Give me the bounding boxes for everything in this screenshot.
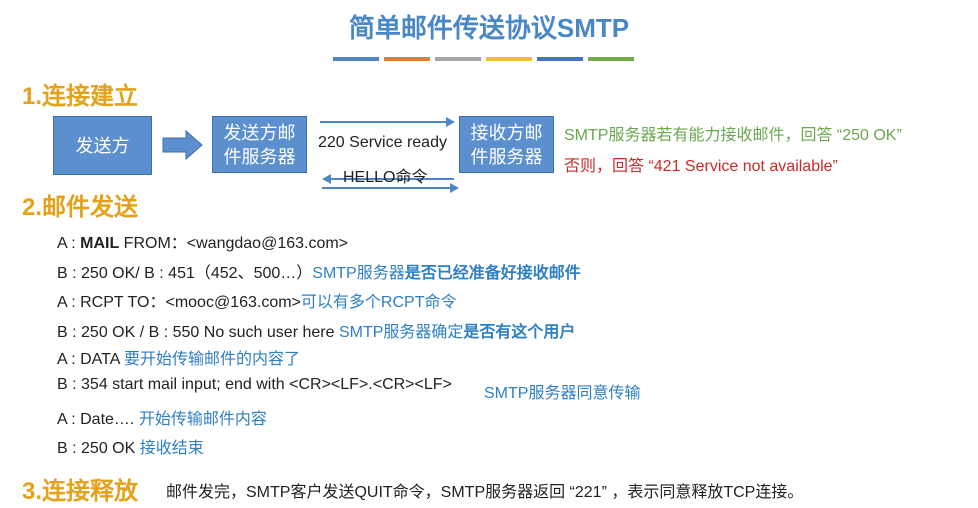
line-prefix: A : [57, 235, 81, 252]
line-command: 354 start mail input; end with <CR><LF>.… [81, 376, 452, 393]
line-command: 250 OK/ B : 451（452、500…） [81, 265, 313, 282]
line-prefix: B : [57, 324, 82, 341]
arrow-right-icon [446, 117, 455, 127]
line-note: 可以有多个RCPT命令 [300, 294, 457, 311]
arrow-left-icon [322, 174, 331, 184]
line-command: DATA [80, 351, 124, 368]
arrow-line-top [320, 121, 448, 123]
title-bar-6 [588, 57, 634, 61]
line-prefix: A : [57, 351, 81, 368]
send-line: B : 250 OK 接收结束 [57, 434, 204, 458]
line-prefix: B : [57, 440, 82, 457]
page-title: 简单邮件传送协议SMTP [348, 13, 630, 43]
title-bar-3 [435, 57, 481, 61]
title-bar-1 [333, 57, 379, 61]
line-command: Date…. [80, 411, 139, 428]
line-prefix: B : [57, 265, 82, 282]
send-line: B : 250 OK / B : 550 No such user here S… [57, 318, 575, 342]
block-arrow-icon [162, 130, 203, 160]
section-heading-connect: 1.连接建立 [22, 83, 139, 110]
line-command: 250 OK [81, 440, 140, 457]
line-command: RCPT TO：<mooc@163.com> [80, 294, 301, 311]
receiver-server-box: 接收方邮件服务器 [459, 116, 554, 173]
sender-label: 发送方 [75, 135, 130, 156]
line-note: 接收结束 [139, 440, 204, 457]
line-note: SMTP服务器 [312, 265, 405, 282]
line-note-bold: 是否有这个用户 [463, 324, 576, 341]
line-note-bold: 是否已经准备好接收邮件 [404, 265, 581, 282]
line-note: SMTP服务器同意传输 [484, 385, 641, 402]
section-heading-send: 2.邮件发送 [22, 194, 139, 221]
line-prefix: A : [57, 294, 81, 311]
sender-box: 发送方 [53, 116, 152, 175]
title-bar-4 [486, 57, 532, 61]
arrow-right-icon-2 [450, 183, 459, 193]
line-keyword: MAIL [80, 235, 120, 252]
title-bar-2 [384, 57, 430, 61]
sender-server-label: 发送方邮件服务器 [223, 122, 296, 167]
message-service-ready: 220 Service ready [318, 134, 447, 151]
message-hello: HELLO命令 [343, 169, 428, 186]
line-note: SMTP服务器确定 [338, 324, 464, 341]
section-heading-release: 3.连接释放 [22, 478, 139, 505]
response-250-ok: SMTP服务器若有能力接收邮件，回答 “250 OK” [564, 127, 902, 144]
line-command: FROM：<wangdao@163.com> [119, 235, 349, 252]
send-line: A : MAIL FROM：<wangdao@163.com> [57, 229, 348, 253]
line-prefix: A : [57, 411, 81, 428]
send-line: B : 250 OK/ B : 451（452、500…）SMTP服务器是否已经… [57, 259, 581, 283]
send-line: A : Date…. 开始传输邮件内容 [57, 405, 267, 429]
send-line: A : DATA 要开始传输邮件的内容了 [57, 345, 300, 369]
send-line: B : 354 start mail input; end with <CR><… [57, 376, 452, 394]
line-prefix: B : [57, 376, 82, 393]
title-bar-5 [537, 57, 583, 61]
receiver-server-label: 接收方邮件服务器 [470, 122, 543, 167]
line-note: 要开始传输邮件的内容了 [123, 351, 300, 368]
response-421: 否则，回答 “421 Service not available” [564, 158, 838, 175]
release-description: 邮件发完，SMTP客户发送QUIT命令，SMTP服务器返回 “221” ，表示同… [166, 484, 804, 501]
arrow-line-bottom [322, 187, 452, 189]
line-command: 250 OK / B : 550 No such user here [81, 324, 339, 341]
line-note: 开始传输邮件内容 [138, 411, 267, 428]
sender-server-box: 发送方邮件服务器 [212, 116, 307, 173]
send-line: A : RCPT TO：<mooc@163.com>可以有多个RCPT命令 [57, 288, 456, 312]
